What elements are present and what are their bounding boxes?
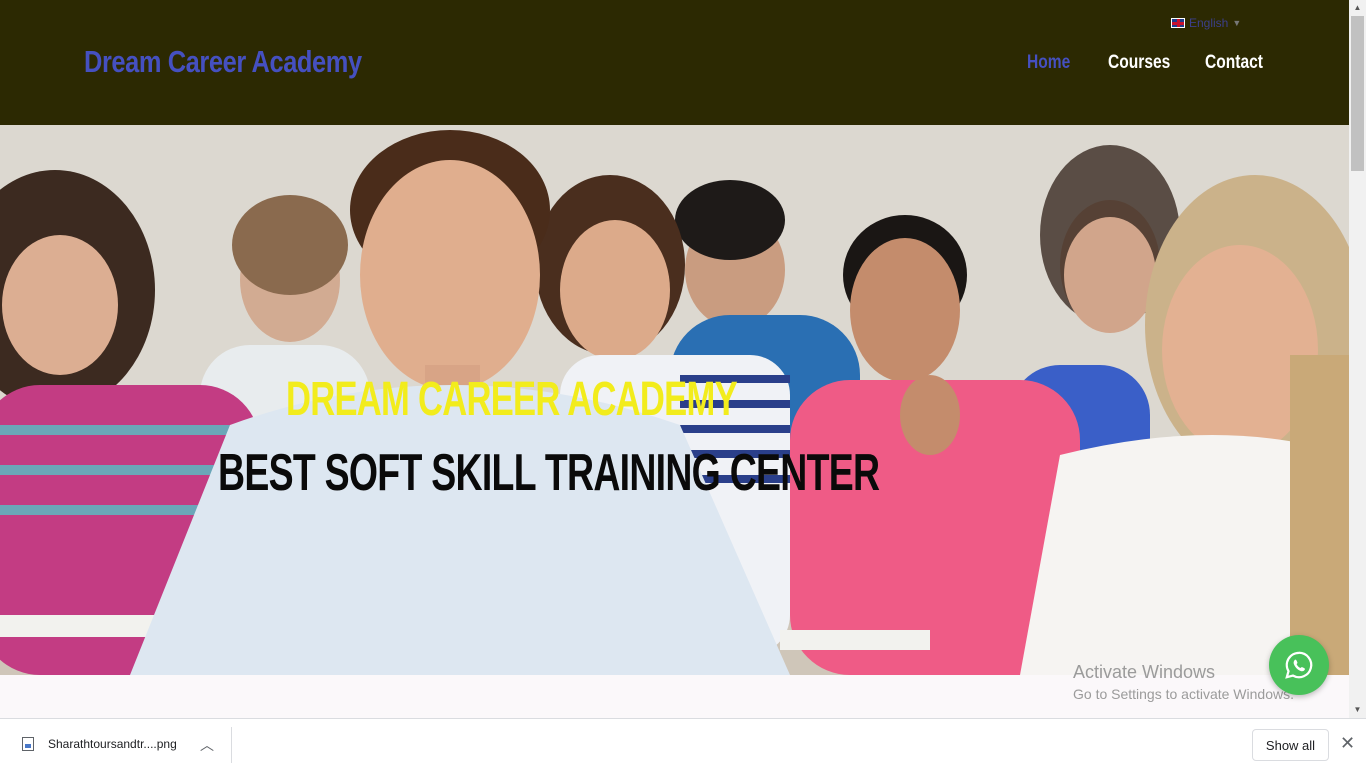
scroll-up-icon[interactable]: ▲ (1349, 0, 1366, 16)
nav-courses[interactable]: Courses (1108, 52, 1170, 74)
brand-logo[interactable]: Dream Career Academy (84, 44, 362, 80)
whatsapp-button[interactable] (1269, 635, 1329, 695)
nav-home[interactable]: Home (1027, 52, 1070, 74)
windows-watermark: Activate Windows Go to Settings to activ… (1073, 662, 1294, 702)
download-item[interactable]: Sharathtoursandtr....png (22, 737, 177, 751)
downloads-bar: Sharathtoursandtr....png ︿ Show all ✕ (0, 718, 1366, 768)
caret-down-icon: ▼ (1232, 18, 1242, 28)
hero-banner: DREAM CAREER ACADEMY BEST SOFT SKILL TRA… (0, 125, 1349, 675)
site-header: Dream Career Academy English ▼ Home Cour… (0, 0, 1349, 125)
language-label: English (1189, 16, 1229, 30)
watermark-line2: Go to Settings to activate Windows. (1073, 686, 1294, 702)
file-icon (22, 737, 34, 751)
download-filename: Sharathtoursandtr....png (48, 737, 177, 751)
show-all-button[interactable]: Show all (1252, 729, 1329, 761)
language-selector[interactable]: English ▼ (1171, 16, 1241, 30)
whatsapp-icon (1285, 651, 1313, 679)
watermark-line1: Activate Windows (1073, 662, 1216, 682)
hero-subtitle: BEST SOFT SKILL TRAINING CENTER (218, 444, 880, 502)
scroll-down-icon[interactable]: ▼ (1349, 702, 1366, 718)
close-icon[interactable]: ✕ (1340, 733, 1355, 754)
chevron-up-icon[interactable]: ︿ (200, 735, 214, 755)
hero-title: DREAM CAREER ACADEMY (286, 373, 738, 426)
divider (231, 727, 232, 763)
page-scrollbar[interactable]: ▲ ▼ (1349, 0, 1366, 718)
nav-contact[interactable]: Contact (1205, 52, 1263, 74)
scroll-thumb[interactable] (1351, 16, 1364, 171)
uk-flag-icon (1171, 18, 1185, 28)
